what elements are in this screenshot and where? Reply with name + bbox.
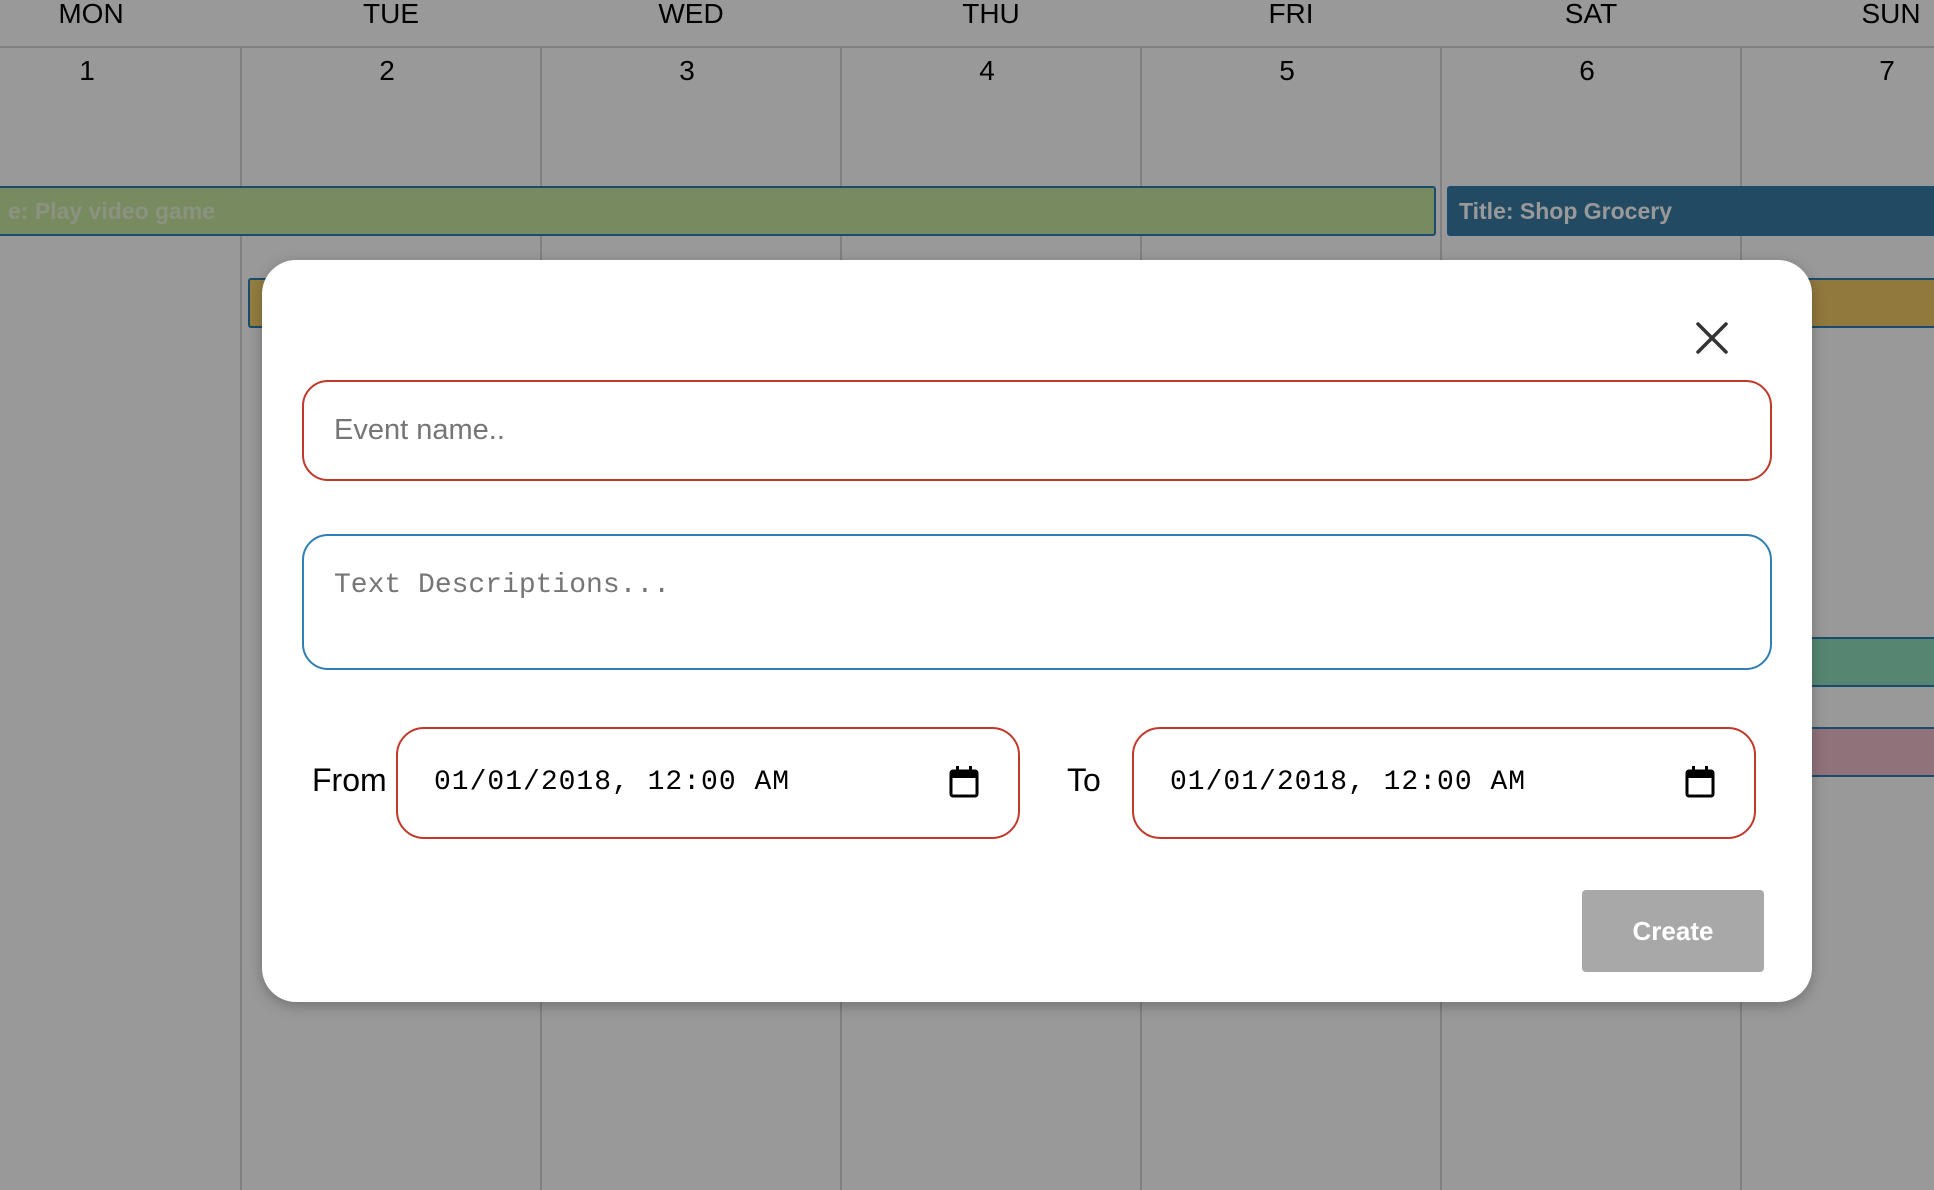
create-button[interactable]: Create xyxy=(1582,890,1764,972)
to-datetime-input[interactable]: 01/01/2018, 12:00 AM xyxy=(1132,727,1756,839)
to-label: To xyxy=(1067,762,1101,798)
calendar-icon[interactable] xyxy=(948,765,980,799)
description-textarea[interactable] xyxy=(302,534,1772,670)
from-datetime-input[interactable]: 01/01/2018, 12:00 AM xyxy=(396,727,1020,839)
to-datetime-value: 01/01/2018, 12:00 AM xyxy=(1170,767,1527,798)
create-event-modal: From 01/01/2018, 12:00 AM To 01/01/2018,… xyxy=(262,260,1812,1002)
close-icon xyxy=(1696,322,1728,354)
from-datetime-value: 01/01/2018, 12:00 AM xyxy=(434,767,791,798)
event-name-input[interactable] xyxy=(302,380,1772,481)
calendar-icon[interactable] xyxy=(1684,765,1716,799)
close-button[interactable] xyxy=(1692,310,1748,366)
from-label: From xyxy=(312,762,387,798)
